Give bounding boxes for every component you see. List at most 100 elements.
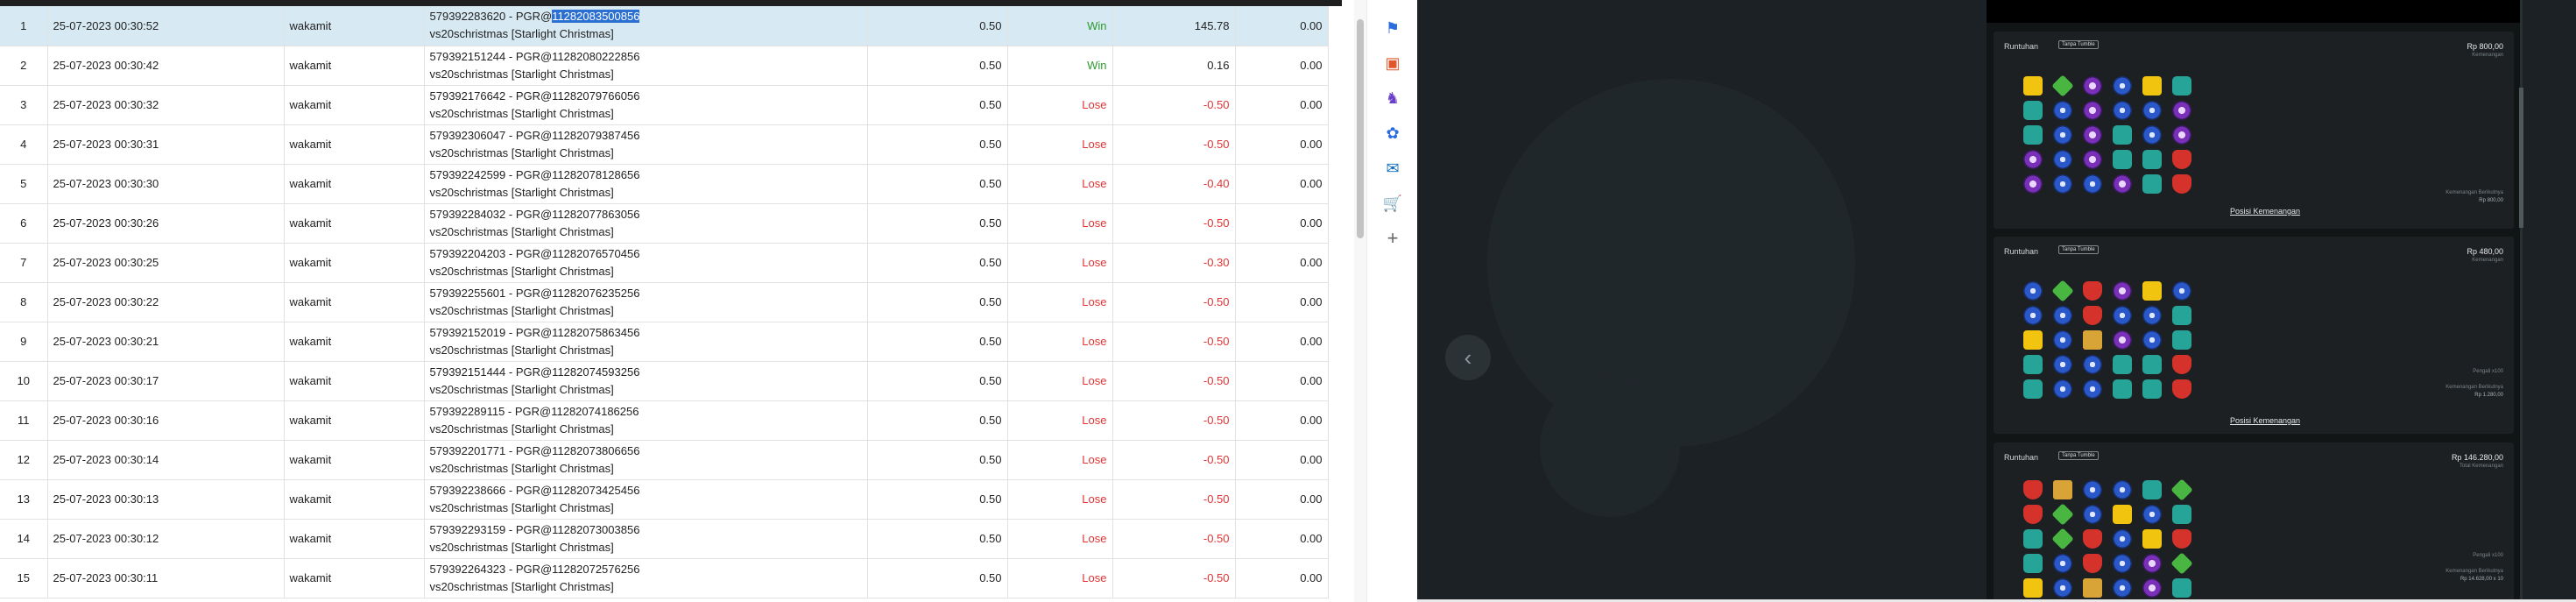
table-row[interactable]: 12 25-07-2023 00:30:14 wakamit 579392201771… xyxy=(0,440,1329,480)
table-row[interactable]: 7 25-07-2023 00:30:25 wakamit 579392204203 … xyxy=(0,243,1329,283)
copilot-icon[interactable]: ✿ xyxy=(1382,123,1403,144)
bet-id-cell[interactable]: 579392283620 - PGR@11282083500856 vs20sch… xyxy=(424,6,868,46)
bet-id[interactable]: 579392293159 - PGR@11282073003856 xyxy=(430,523,640,536)
chess-icon[interactable]: ♞ xyxy=(1382,88,1403,109)
bet-id[interactable]: 579392242599 - PGR@11282078128656 xyxy=(430,168,640,181)
table-row[interactable]: 9 25-07-2023 00:30:21 wakamit 579392152019 … xyxy=(0,322,1329,362)
stake: 0.50 xyxy=(867,558,1008,598)
red-gem-icon xyxy=(2078,303,2107,328)
result-status: Lose xyxy=(1007,85,1113,125)
bet-id[interactable]: 579392306047 - PGR@11282079387456 xyxy=(430,129,640,142)
yellow-gem-icon xyxy=(2137,279,2167,303)
chevron-left-icon[interactable]: ‹ xyxy=(1445,335,1491,380)
bet-id-cell[interactable]: 579392289115 - PGR@11282074186256 vs20sch… xyxy=(424,400,868,441)
bet-id-cell[interactable]: 579392152019 - PGR@11282075863456 vs20sch… xyxy=(424,322,868,362)
bet-id[interactable]: 579392151244 - PGR@11282080222856 xyxy=(430,50,640,63)
blue-gem-icon xyxy=(2048,551,2078,576)
table-row[interactable]: 3 25-07-2023 00:30:32 wakamit 579392176642 … xyxy=(0,85,1329,125)
table-row[interactable]: 4 25-07-2023 00:30:31 wakamit 579392306047 … xyxy=(0,124,1329,165)
teal-gem-icon xyxy=(2137,352,2167,377)
game-name: vs20schristmas [Starlight Christmas] xyxy=(429,27,614,41)
teal-gem-icon xyxy=(2018,527,2048,551)
bet-id[interactable]: 579392238666 - PGR@11282073425456 xyxy=(430,484,640,497)
bet-id[interactable]: 579392204203 - PGR@11282076570456 xyxy=(430,247,640,260)
bet-id-cell[interactable]: 579392238666 - PGR@11282073425456 vs20sch… xyxy=(424,479,868,520)
blue-gem-icon xyxy=(2107,527,2137,551)
table-row[interactable]: 2 25-07-2023 00:30:42 wakamit 579392151244 … xyxy=(0,46,1329,86)
bet-id-cell[interactable]: 579392284032 - PGR@11282077863056 vs20sch… xyxy=(424,203,868,244)
blue-gem-icon xyxy=(2137,502,2167,527)
outlook-icon[interactable]: ✉ xyxy=(1382,158,1403,179)
panel-header xyxy=(1987,0,2521,23)
plus-icon[interactable]: + xyxy=(1382,227,1403,249)
bet-id-cell[interactable]: 579392255601 - PGR@11282076235256 vs20sch… xyxy=(424,282,868,322)
game-name: vs20schristmas [Starlight Christmas] xyxy=(429,579,614,593)
row-number: 12 xyxy=(0,440,48,480)
bet-id-cell[interactable]: 579392264323 - PGR@11282072576256 vs20sch… xyxy=(424,558,868,598)
extra-amount: 0.00 xyxy=(1235,479,1329,520)
bet-id[interactable]: 579392289115 - PGR@11282074186256 xyxy=(430,405,639,418)
payout: -0.50 xyxy=(1112,440,1236,480)
bet-time: 25-07-2023 00:30:12 xyxy=(47,519,285,559)
extra-amount: 0.00 xyxy=(1235,164,1329,204)
bet-id[interactable]: 579392255601 - PGR@11282076235256 xyxy=(430,287,640,300)
table-row[interactable]: 10 25-07-2023 00:30:17 wakamit 579392151444… xyxy=(0,361,1329,401)
shopping-cart-icon[interactable]: 🛒 xyxy=(1382,193,1403,214)
table-top-bar xyxy=(0,0,1342,6)
row-number: 7 xyxy=(0,243,48,283)
username: wakamit xyxy=(284,46,425,86)
table-row[interactable]: 15 25-07-2023 00:30:11 wakamit 579392264323… xyxy=(0,558,1329,598)
round-card: Runtuhan Tanpa Tumble Rp 146.280,00 Total K… xyxy=(1994,443,2514,602)
table-row[interactable]: 13 25-07-2023 00:30:13 wakamit 579392238666… xyxy=(0,479,1329,520)
bet-id-cell[interactable]: 579392306047 - PGR@11282079387456 vs20sch… xyxy=(424,124,868,165)
red-gem-icon xyxy=(2167,377,2197,401)
bet-id[interactable]: 579392284032 - PGR@11282077863056 xyxy=(430,208,640,221)
payout: -0.50 xyxy=(1112,400,1236,441)
green-gem-icon xyxy=(2048,527,2078,551)
toolbox-icon[interactable]: ▣ xyxy=(1382,53,1403,74)
bet-id[interactable]: 579392176642 - PGR@11282079766056 xyxy=(430,89,640,103)
next-win-value: Rp 800,00 xyxy=(2479,198,2503,203)
panel-scrollbar-thumb[interactable] xyxy=(2519,88,2523,228)
bet-id-cell[interactable]: 579392176642 - PGR@11282079766056 vs20sch… xyxy=(424,85,868,125)
username: wakamit xyxy=(284,558,425,598)
payout: -0.50 xyxy=(1112,85,1236,125)
bet-id-cell[interactable]: 579392242599 - PGR@11282078128656 vs20sch… xyxy=(424,164,868,204)
blue-gem-icon xyxy=(2048,576,2078,600)
bet-id-cell[interactable]: 579392204203 - PGR@11282076570456 vs20sch… xyxy=(424,243,868,283)
background-decoration xyxy=(1540,377,1680,517)
blue-gem-icon xyxy=(2048,328,2078,352)
extra-amount: 0.00 xyxy=(1235,558,1329,598)
bet-id[interactable]: 579392201771 - PGR@11282073806656 xyxy=(430,444,640,457)
table-row[interactable]: 6 25-07-2023 00:30:26 wakamit 579392284032 … xyxy=(0,203,1329,244)
win-position-link[interactable]: Posisi Kemenangan xyxy=(2230,416,2300,425)
bet-id-cell[interactable]: 579392151444 - PGR@11282074593256 vs20sch… xyxy=(424,361,868,401)
blue-gem-icon xyxy=(2137,123,2167,147)
blue-gem-icon xyxy=(2107,303,2137,328)
extra-amount: 0.00 xyxy=(1235,282,1329,322)
table-row[interactable]: 8 25-07-2023 00:30:22 wakamit 579392255601 … xyxy=(0,282,1329,322)
bet-id-cell[interactable]: 579392201771 - PGR@11282073806656 vs20sch… xyxy=(424,440,868,480)
table-row[interactable]: 14 25-07-2023 00:30:12 wakamit 579392293159… xyxy=(0,519,1329,559)
stake: 0.50 xyxy=(867,243,1008,283)
bet-id-cell[interactable]: 579392293159 - PGR@11282073003856 vs20sch… xyxy=(424,519,868,559)
bet-id-selection[interactable]: 11282083500856 xyxy=(552,10,640,24)
row-number: 14 xyxy=(0,519,48,559)
payout: -0.40 xyxy=(1112,164,1236,204)
bet-id[interactable]: 579392151444 - PGR@11282074593256 xyxy=(430,365,640,379)
table-scrollbar-thumb[interactable] xyxy=(1357,19,1364,238)
round-card: Runtuhan Tanpa Tumble Rp 480,00 Kemenangan P… xyxy=(1994,237,2514,434)
table-row[interactable]: 1 25-07-2023 00:30:52 wakamit 579392283620 … xyxy=(0,6,1329,46)
result-status: Lose xyxy=(1007,519,1113,559)
win-position-link[interactable]: Posisi Kemenangan xyxy=(2230,207,2300,216)
bet-id[interactable]: 579392264323 - PGR@11282072576256 xyxy=(430,563,640,576)
green-gem-icon xyxy=(2048,74,2078,98)
bet-id[interactable]: 579392152019 - PGR@11282075863456 xyxy=(430,326,640,339)
table-row[interactable]: 11 25-07-2023 00:30:16 wakamit 579392289115… xyxy=(0,400,1329,441)
tag-icon[interactable]: ⚑ xyxy=(1382,18,1403,39)
next-win-label: Kemenangan Berikutnya xyxy=(2445,569,2503,574)
bet-id-cell[interactable]: 579392151244 - PGR@11282080222856 vs20sch… xyxy=(424,46,868,86)
blue-gem-icon xyxy=(2018,303,2048,328)
bet-id[interactable]: 579392283620 - PGR@ xyxy=(430,10,553,23)
table-row[interactable]: 5 25-07-2023 00:30:30 wakamit 579392242599 … xyxy=(0,164,1329,204)
